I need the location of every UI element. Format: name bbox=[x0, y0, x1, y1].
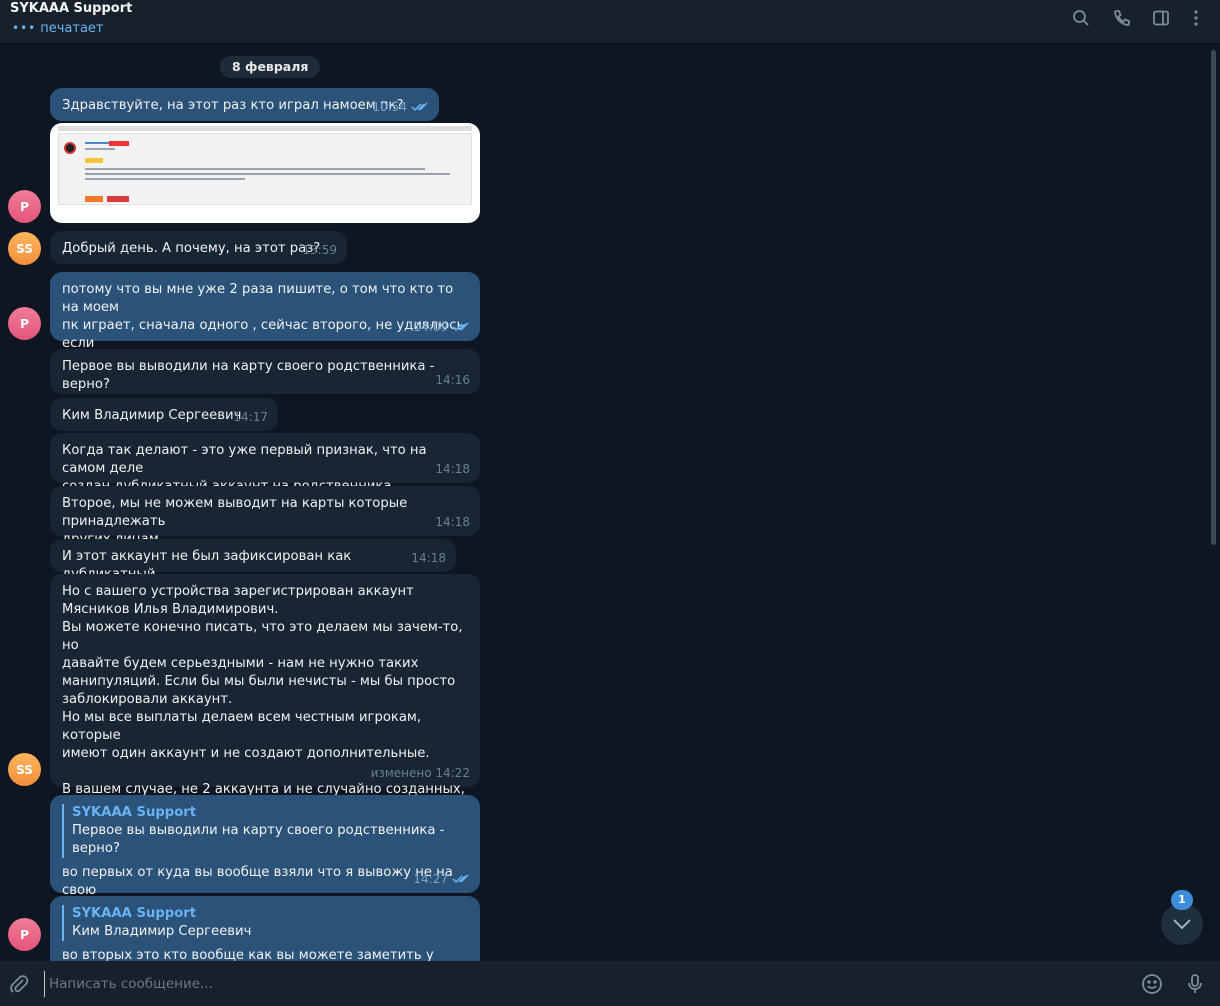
message-time: 14:09 bbox=[413, 320, 448, 334]
avatar[interactable]: P bbox=[8, 190, 41, 223]
message-time: 10:54 bbox=[372, 100, 407, 114]
message-bubble-incoming[interactable]: Когда так делают - это уже первый призна… bbox=[50, 433, 480, 494]
message-meta: 10:54 bbox=[372, 98, 429, 116]
reply-author: SYKAAA Support bbox=[72, 805, 197, 820]
message-meta: 14:16 bbox=[435, 371, 470, 389]
message-list[interactable]: 8 февраля Здравствуйте, на этот раз кто … bbox=[0, 45, 1220, 961]
image-content bbox=[85, 178, 245, 180]
attach-icon[interactable] bbox=[6, 971, 32, 997]
message-text: Добрый день. А почему, на этот раз? bbox=[62, 241, 321, 256]
image-content bbox=[109, 141, 129, 146]
double-check-icon bbox=[452, 322, 469, 332]
image-content bbox=[58, 133, 472, 205]
typing-status: ••• печатает bbox=[12, 21, 104, 36]
image-logo bbox=[64, 142, 76, 154]
message-meta: 13:59 bbox=[302, 241, 337, 259]
reply-text: Ким Владимир Сергеевич bbox=[72, 924, 252, 939]
date-separator: 8 февраля bbox=[220, 56, 321, 78]
emoji-icon[interactable] bbox=[1139, 971, 1165, 997]
image-content bbox=[107, 196, 129, 202]
message-bubble-incoming[interactable]: Первое вы выводили на карту своего родст… bbox=[50, 349, 480, 394]
typing-dots: ••• bbox=[12, 21, 37, 35]
message-meta: 14:27 bbox=[413, 870, 470, 888]
message-time: 14:17 bbox=[233, 410, 268, 424]
microphone-icon[interactable] bbox=[1182, 971, 1208, 997]
reply-quote[interactable]: SYKAAA Support Ким Владимир Сергеевич bbox=[62, 905, 468, 941]
message-composer bbox=[0, 961, 1220, 1006]
message-time: изменено 14:22 bbox=[370, 766, 470, 780]
avatar[interactable]: P bbox=[8, 918, 41, 951]
message-time: 14:18 bbox=[411, 551, 446, 565]
image-content bbox=[85, 148, 115, 150]
reply-text: Первое вы выводили на карту своего родст… bbox=[72, 823, 445, 856]
more-menu-icon[interactable] bbox=[1183, 6, 1209, 30]
double-check-icon bbox=[452, 874, 469, 884]
chat-header: SYKAAA Support ••• печатает bbox=[0, 0, 1220, 44]
message-bubble-incoming[interactable]: Но с вашего устройства зарегистрирован а… bbox=[50, 574, 480, 833]
message-bubble-incoming[interactable]: Ким Владимир Сергеевич 14:17 bbox=[50, 398, 278, 431]
image-attachment[interactable] bbox=[50, 123, 480, 223]
message-bubble-outgoing[interactable]: потому что вы мне уже 2 раза пишите, о т… bbox=[50, 272, 480, 369]
message-time: 14:18 bbox=[435, 462, 470, 476]
image-content bbox=[85, 158, 103, 163]
image-content bbox=[85, 196, 103, 202]
message-input[interactable] bbox=[44, 971, 1124, 997]
typing-status-text: печатает bbox=[40, 21, 104, 36]
image-content bbox=[58, 126, 472, 131]
avatar[interactable]: P bbox=[8, 307, 41, 340]
image-content bbox=[85, 168, 425, 170]
unread-count-badge: 1 bbox=[1171, 890, 1193, 910]
message-bubble-incoming[interactable]: Второе, мы не можем выводит на карты кот… bbox=[50, 486, 480, 547]
message-bubble-incoming[interactable]: И этот аккаунт не был зафиксирован как д… bbox=[50, 539, 456, 582]
message-meta: 14:18 bbox=[435, 513, 470, 531]
message-time: 14:27 bbox=[413, 872, 448, 886]
chat-title[interactable]: SYKAAA Support bbox=[10, 1, 132, 16]
avatar[interactable]: SS bbox=[8, 753, 41, 786]
search-icon[interactable] bbox=[1068, 6, 1094, 30]
message-bubble-incoming[interactable]: Добрый день. А почему, на этот раз? 13:5… bbox=[50, 231, 347, 264]
message-meta: 14:18 bbox=[435, 460, 470, 478]
message-meta: 14:18 bbox=[411, 549, 446, 567]
reply-quote[interactable]: SYKAAA Support Первое вы выводили на кар… bbox=[62, 804, 468, 858]
message-time: 14:16 bbox=[435, 373, 470, 387]
double-check-icon bbox=[411, 102, 428, 112]
message-time: 13:59 bbox=[302, 243, 337, 257]
message-bubble-outgoing[interactable]: SYKAAA Support Первое вы выводили на кар… bbox=[50, 795, 480, 916]
message-time: 14:18 bbox=[435, 515, 470, 529]
message-bubble-outgoing[interactable]: SYKAAA Support Ким Владимир Сергеевич во… bbox=[50, 896, 480, 961]
message-meta: 14:09 bbox=[413, 318, 470, 336]
image-content bbox=[85, 173, 450, 175]
scrollbar-thumb[interactable] bbox=[1211, 50, 1216, 545]
message-text: во вторых это кто вообще как вы можете з… bbox=[62, 948, 434, 961]
message-meta: изменено 14:22 bbox=[371, 764, 470, 782]
message-text: Первое вы выводили на карту своего родст… bbox=[62, 359, 439, 392]
message-bubble-outgoing[interactable]: Здравствуйте, на этот раз кто играл намо… bbox=[50, 88, 439, 121]
avatar[interactable]: SS bbox=[8, 232, 41, 265]
chevron-down-icon bbox=[1173, 919, 1191, 930]
sidebar-toggle-icon[interactable] bbox=[1148, 6, 1174, 30]
phone-icon[interactable] bbox=[1109, 6, 1135, 30]
message-meta: 14:17 bbox=[233, 408, 268, 426]
reply-author: SYKAAA Support bbox=[72, 906, 197, 921]
